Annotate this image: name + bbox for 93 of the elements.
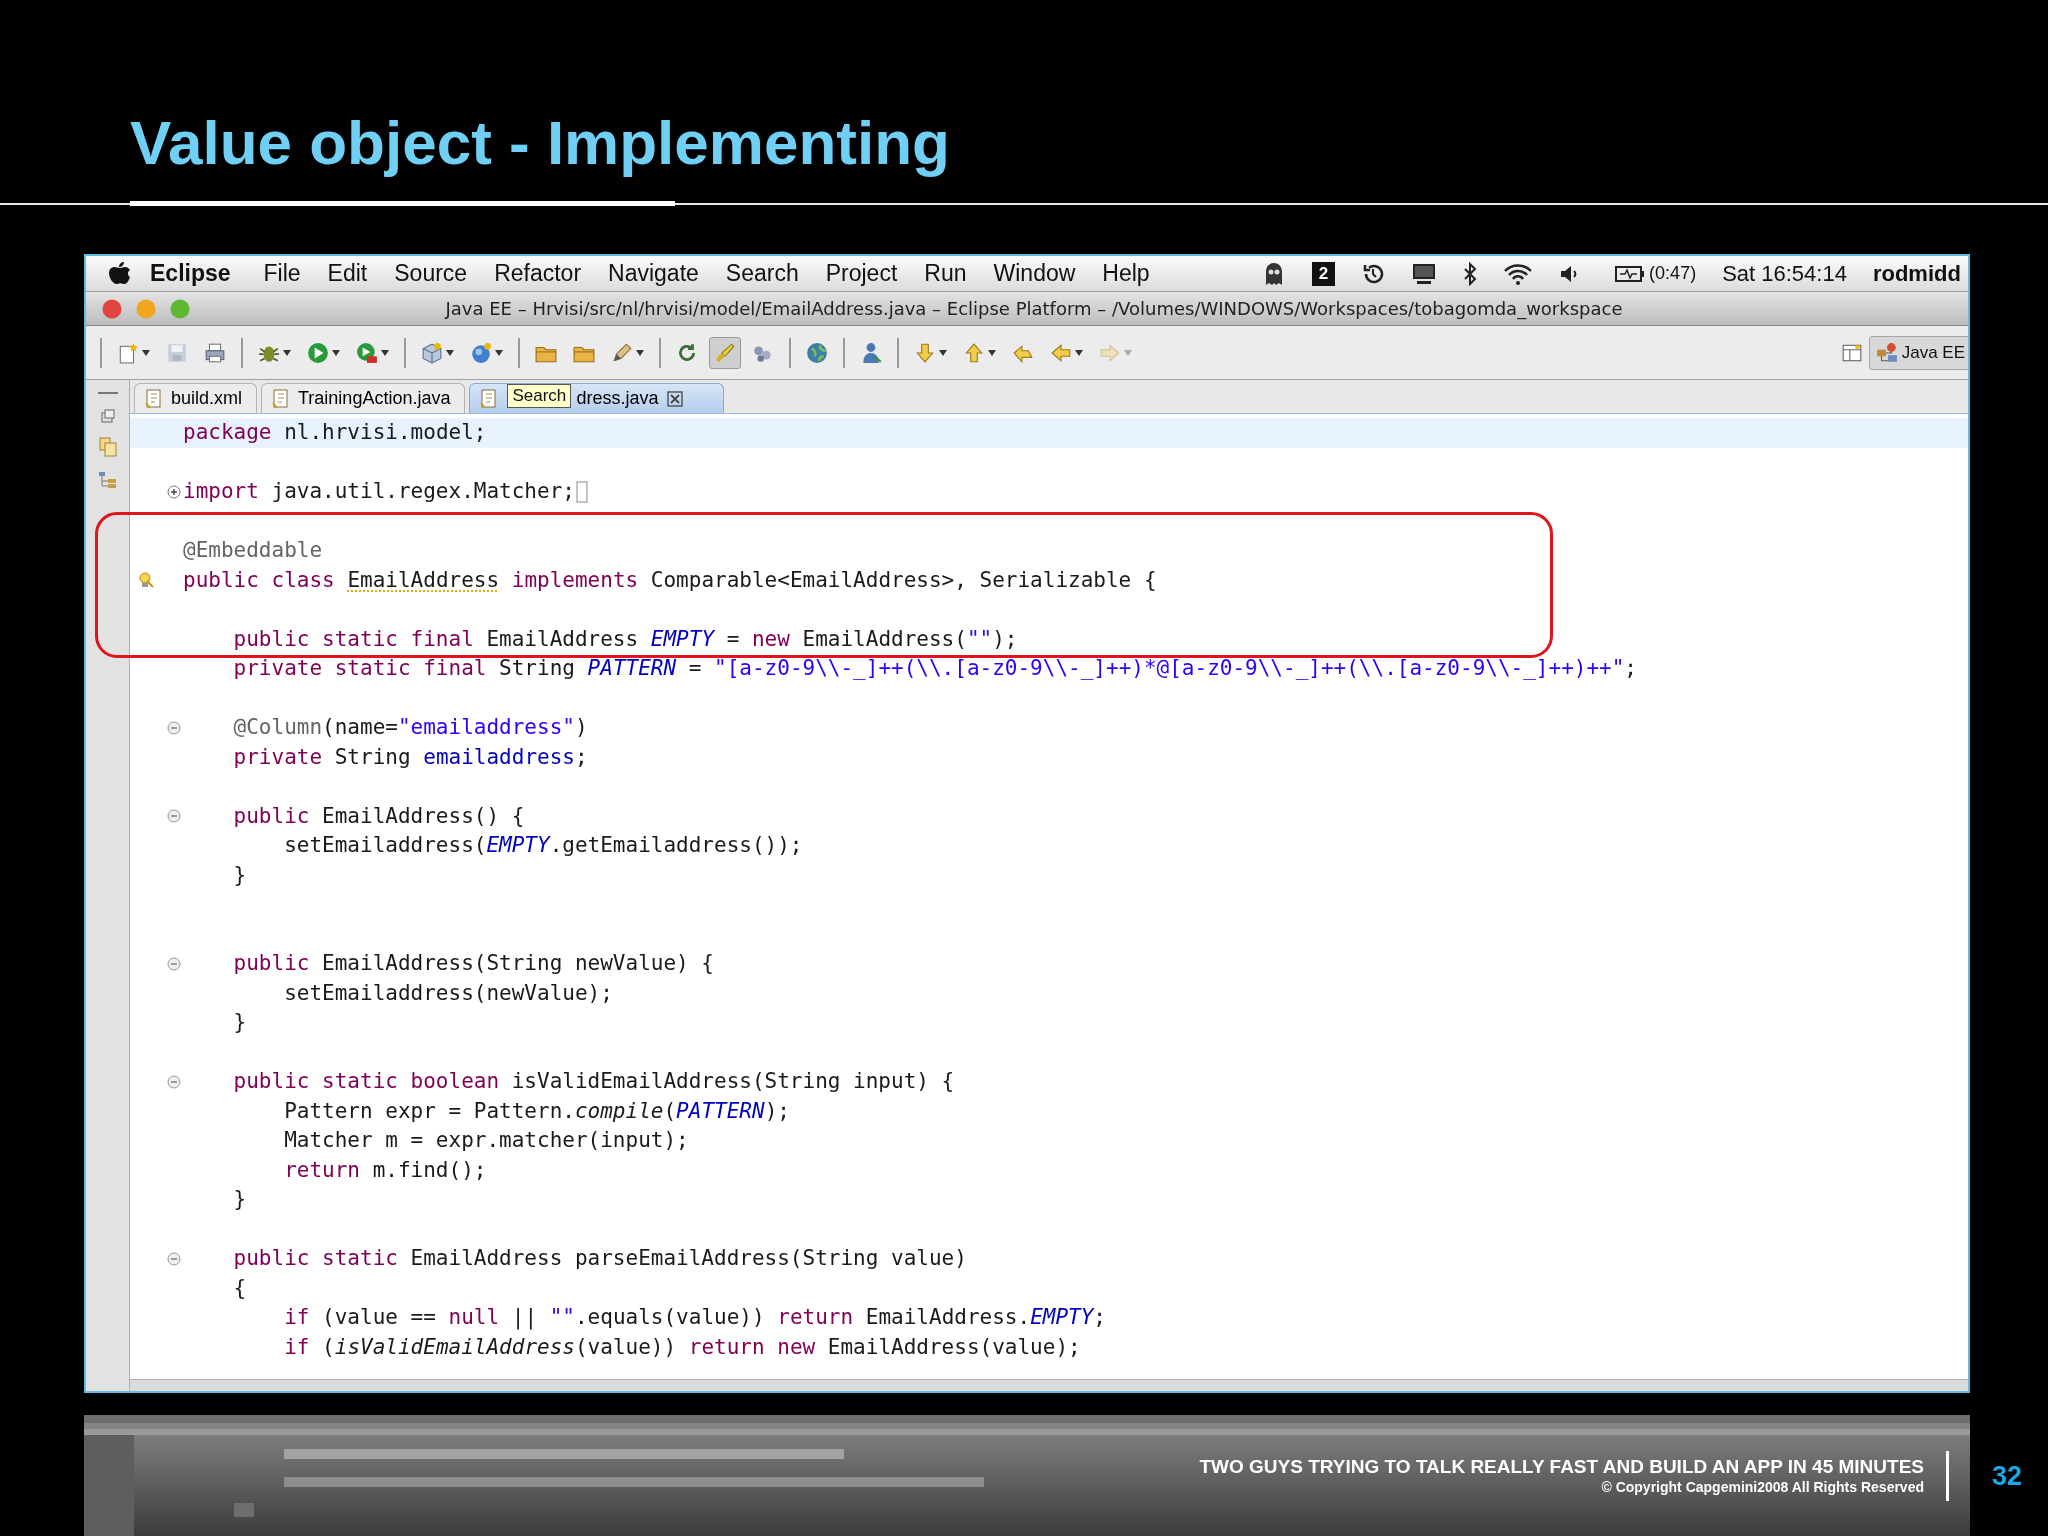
caret-icon[interactable] — [446, 349, 454, 356]
code-line: if (isValidEmailAddress(value)) return new EmailAddress(value); — [283, 1336, 1081, 1358]
left-arrow-icon — [1050, 341, 1072, 364]
tree-icon[interactable] — [96, 470, 119, 490]
menu-item[interactable]: Window — [993, 256, 1076, 291]
editor-tab[interactable]: build.xml — [134, 383, 258, 413]
desktop-badge[interactable]: 2 — [1311, 261, 1336, 286]
code-line: private String emailaddress; — [232, 746, 588, 768]
orb-icon — [470, 341, 492, 364]
expand-icon[interactable] — [167, 484, 181, 499]
code-line: private static final String PATTERN = "[a-z0-9\\-_]++(\\.[a-z0-9\\-_]++)*@[a-z0-9\\-_]++(\\.[a-z0-9\\-_]++)++"; — [232, 658, 1637, 680]
caret-icon[interactable] — [142, 349, 150, 356]
code-line: } — [232, 1189, 247, 1211]
editor-tab[interactable]: TrainingAction.java — [261, 383, 466, 413]
up-arrow-icon — [963, 341, 985, 364]
app-menu[interactable]: Eclipse — [150, 256, 231, 291]
code-line: public static final EmailAddress EMPTY = new EmailAddress(""); — [232, 628, 1018, 650]
java-ee-icon — [1875, 341, 1898, 364]
wifi-icon[interactable] — [1503, 261, 1534, 286]
close-window-icon[interactable] — [102, 298, 122, 319]
footer-tagline: TWO GUYS TRYING TO TALK REALLY FAST AND BUILD AN APP IN 45 MINUTES — [1199, 1454, 1924, 1479]
code-line: setEmailaddress(EMPTY.getEmailaddress()); — [283, 835, 803, 857]
file-icon — [272, 388, 291, 409]
collapse-icon[interactable] — [167, 1251, 181, 1266]
tooltip: Search — [507, 384, 572, 408]
collapse-icon[interactable] — [167, 720, 181, 735]
brush-icon — [714, 341, 736, 364]
code-line: import java.util.regex.Matcher; — [183, 481, 575, 503]
person-icon — [860, 341, 882, 364]
code-line: } — [232, 864, 247, 886]
page-number: 32 — [1992, 1463, 2023, 1490]
menu-item[interactable]: Run — [924, 256, 967, 291]
restore-icon[interactable] — [99, 408, 116, 424]
menu-item[interactable]: Search — [725, 256, 799, 291]
file-icon — [480, 388, 499, 409]
menu-item[interactable]: Refactor — [494, 256, 582, 291]
menu-item[interactable]: Project — [825, 256, 898, 291]
caret-icon[interactable] — [636, 349, 644, 356]
right-arrow-icon — [1099, 341, 1121, 364]
code-line: public static boolean isValidEmailAddress(String input) { — [232, 1071, 955, 1093]
collapse-icon[interactable] — [167, 1074, 181, 1089]
refresh-icon — [676, 341, 698, 364]
window-title: Java EE – Hrvisi/src/nl/hrvisi/model/EmailAddress.java – Eclipse Platform – /Volumes/WINDOWS/Workspaces/tobagomda_workspace — [445, 297, 1623, 322]
code-line: Pattern expr = Pattern.compile(PATTERN); — [283, 1100, 790, 1122]
code-line: @Embeddable — [183, 540, 323, 562]
new-file-icon — [117, 341, 139, 364]
menu-item[interactable]: File — [263, 256, 301, 291]
code-line: } — [232, 1012, 247, 1034]
toolbar-button[interactable] — [709, 336, 741, 369]
pencil-icon — [611, 341, 633, 364]
play-icon — [307, 341, 329, 364]
printer-icon — [204, 341, 226, 364]
code-line: return m.find(); — [283, 1159, 487, 1181]
caret-icon[interactable] — [381, 349, 389, 356]
caret-icon[interactable] — [495, 349, 503, 356]
box-icon — [421, 341, 443, 364]
caret-icon[interactable] — [283, 349, 291, 356]
code-line: if (value == null || "".equals(value)) return EmailAddress.EMPTY; — [283, 1307, 1106, 1329]
display-icon[interactable] — [1411, 261, 1438, 286]
code-line: { — [232, 1277, 247, 1299]
save-icon — [166, 341, 188, 364]
run-tool-icon — [356, 341, 378, 364]
code-line: @Column(name="emailaddress") — [232, 717, 588, 739]
battery-time: (0:47) — [1649, 262, 1697, 285]
menu-item[interactable]: Source — [394, 256, 468, 291]
caret-icon[interactable] — [332, 349, 340, 356]
code-line: public class EmailAddress implements Comparable<EmailAddress>, Serializable { — [183, 569, 1157, 591]
down-arrow-icon — [914, 341, 936, 364]
menu-item[interactable]: Edit — [327, 256, 368, 291]
close-icon[interactable] — [666, 390, 683, 407]
code-line: Matcher m = expr.matcher(input); — [283, 1130, 689, 1152]
code-line: public EmailAddress() { — [232, 805, 525, 827]
caret-icon[interactable] — [988, 349, 996, 356]
perspective-icon[interactable] — [1840, 341, 1863, 364]
code-line: public static EmailAddress parseEmailAddress(String value) — [232, 1248, 967, 1270]
collapse-icon[interactable] — [167, 809, 181, 824]
globe-icon — [806, 341, 828, 364]
perspective-button[interactable]: Java EE — [1868, 335, 1968, 370]
menu-item[interactable]: Help — [1102, 256, 1150, 291]
bluetooth-icon[interactable] — [1463, 261, 1478, 286]
code-line: setEmailaddress(newValue); — [283, 982, 613, 1004]
clock-text[interactable]: Sat 16:54:14 — [1722, 257, 1847, 290]
collapse-icon[interactable] — [167, 956, 181, 971]
file-icon — [145, 388, 163, 409]
files-icon[interactable] — [96, 436, 119, 458]
battery-icon[interactable] — [1615, 263, 1646, 284]
menu-item[interactable]: Navigate — [608, 256, 699, 291]
caret-icon[interactable] — [939, 349, 947, 356]
code-line: package nl.hrvisi.model; — [183, 422, 487, 444]
user-name[interactable]: rodmidd — [1872, 257, 1961, 290]
caret-icon[interactable] — [1075, 349, 1083, 356]
code-line: public EmailAddress(String newValue) { — [232, 953, 714, 975]
copyright-text: © Copyright Capgemini2008 All Rights Reserved — [1601, 1478, 1924, 1497]
